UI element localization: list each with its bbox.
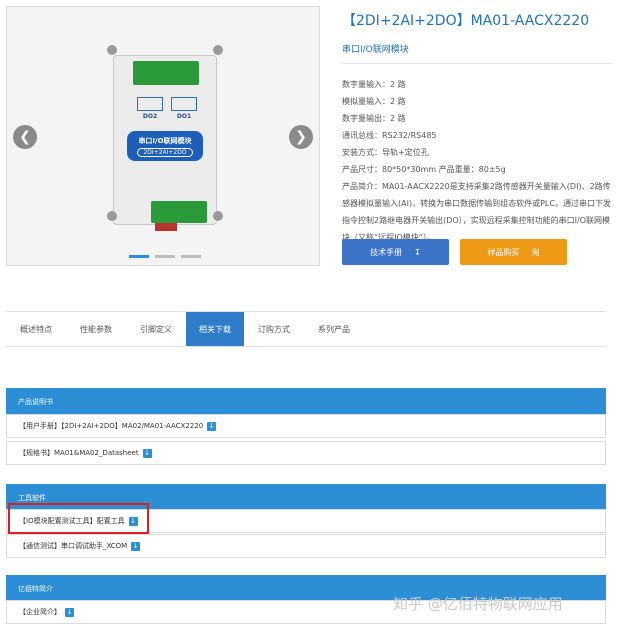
- download-link[interactable]: 【通信测试】串口调试助手_XCOM: [19, 541, 127, 551]
- buy-sample-button[interactable]: 样品购买 淘: [460, 239, 567, 265]
- spec-item: 安装方式：导轨+定位孔: [342, 148, 429, 157]
- tab-overview[interactable]: 概述特点: [6, 312, 66, 346]
- download-link[interactable]: 【规格书】MA01&MA02_Datasheet: [19, 448, 139, 458]
- section-title: 亿佰特简介: [18, 584, 53, 593]
- product-title: 【2DI+2AI+2DO】MA01-AACX2220: [342, 13, 590, 29]
- relay-label: DO2: [142, 113, 158, 120]
- taobao-icon: 淘: [531, 247, 540, 257]
- section-title: 工具软件: [18, 493, 46, 502]
- product-subtitle: 串口I/O联网模块: [342, 45, 409, 55]
- download-icon: ↧: [414, 247, 421, 257]
- download-icon[interactable]: ↓: [65, 607, 74, 617]
- screw: [107, 45, 117, 55]
- relay-symbol: [171, 97, 197, 111]
- carousel-dot[interactable]: [129, 255, 149, 258]
- spec-item: 数字量输出：2 路: [342, 114, 406, 123]
- section-title: 产品说明书: [18, 397, 53, 406]
- download-row[interactable]: 【用户手册】【2DI+2AI+2DO】MA02/MA01-AACX2220 ↓: [6, 414, 606, 438]
- product-description: 产品简介：MA01-AACX2220是支持采集2路传感器开关量输入(DI)、2路…: [342, 182, 611, 242]
- chevron-right-icon[interactable]: ❯: [289, 125, 313, 149]
- chevron-left-icon[interactable]: ❮: [13, 125, 37, 149]
- tab-pinout[interactable]: 引脚定义: [126, 312, 186, 346]
- product-gallery: DO2 DO1 串口I/O联网模块 2DI+2AI+2DO ❮ ❯: [6, 6, 320, 266]
- product-info: 【2DI+2AI+2DO】MA01-AACX2220 串口I/O联网模块 数字量…: [342, 10, 612, 246]
- carousel-dot[interactable]: [181, 255, 201, 258]
- terminal-block-top: [133, 61, 199, 85]
- device-label-name: 串口I/O联网模块: [138, 137, 192, 145]
- tab-performance[interactable]: 性能参数: [66, 312, 126, 346]
- manual-button[interactable]: 技术手册 ↧: [342, 239, 449, 265]
- relay-symbol: [137, 97, 163, 111]
- download-icon[interactable]: ↓: [131, 541, 141, 551]
- download-link[interactable]: 【企业简介】: [19, 607, 61, 617]
- buy-button-label: 样品购买: [487, 247, 520, 257]
- spec-list: 数字量输入：2 路 模拟量输入：2 路 数字量输出：2 路 通讯总线：RS232…: [342, 76, 612, 178]
- section-header-manual: 产品说明书: [6, 388, 606, 415]
- relay-label: DO1: [176, 113, 192, 120]
- device-label-model: 2DI+2AI+2DO: [137, 148, 193, 157]
- download-icon[interactable]: ↓: [142, 448, 152, 458]
- tab-ordering[interactable]: 订购方式: [244, 312, 304, 346]
- download-link[interactable]: 【用户手册】【2DI+2AI+2DO】MA02/MA01-AACX2220: [19, 421, 203, 431]
- spec-item: 产品尺寸：80*50*30mm 产品重量：80±5g: [342, 165, 506, 174]
- screw: [107, 211, 117, 221]
- spec-item: 通讯总线：RS232/RS485: [342, 131, 437, 140]
- download-icon[interactable]: ↓: [207, 421, 217, 431]
- screw: [213, 211, 223, 221]
- spec-item: 模拟量输入：2 路: [342, 97, 406, 106]
- device-label: 串口I/O联网模块 2DI+2AI+2DO: [127, 131, 203, 161]
- terminal-block-bottom: [151, 201, 207, 223]
- download-row[interactable]: 【通信测试】串口调试助手_XCOM ↓: [6, 534, 606, 558]
- screw: [213, 45, 223, 55]
- product-image: DO2 DO1 串口I/O联网模块 2DI+2AI+2DO: [107, 37, 223, 231]
- carousel-dot[interactable]: [155, 255, 175, 258]
- carousel-indicators: [129, 255, 201, 258]
- watermark: 知乎 @亿佰特物联网应用: [393, 595, 563, 613]
- din-rail-clip: [155, 223, 177, 231]
- download-row[interactable]: 【规格书】MA01&MA02_Datasheet ↓: [6, 441, 606, 465]
- tab-series[interactable]: 系列产品: [304, 312, 364, 346]
- tab-downloads[interactable]: 相关下载: [186, 312, 244, 346]
- highlight-box: [8, 503, 149, 534]
- spec-item: 数字量输入：2 路: [342, 80, 406, 89]
- tab-bar: 概述特点 性能参数 引脚定义 相关下载 订购方式 系列产品: [6, 311, 606, 347]
- divider: [342, 63, 612, 64]
- manual-button-label: 技术手册: [370, 247, 403, 257]
